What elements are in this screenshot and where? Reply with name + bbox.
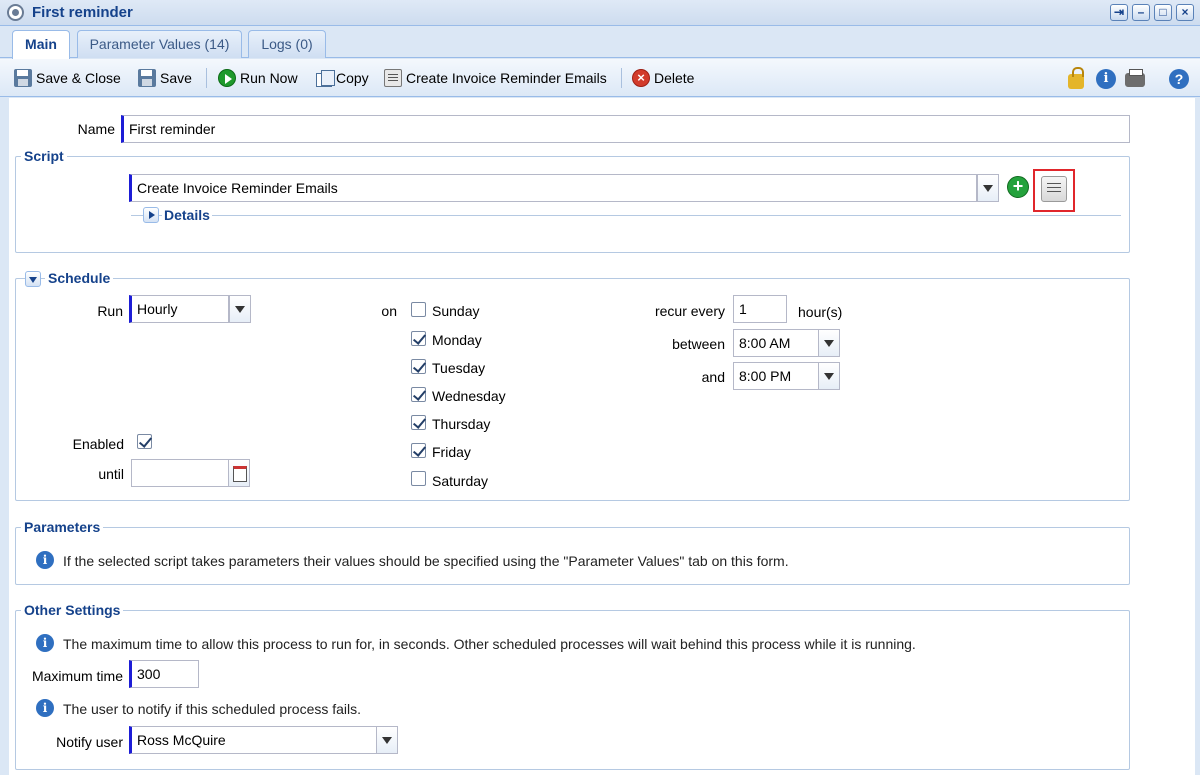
run-label: Run [97,303,123,319]
delete-button[interactable]: × Delete [632,68,694,88]
max-time-note: The maximum time to allow this process t… [63,636,916,652]
and-label: and [701,369,725,385]
recur-unit-label: hour(s) [798,304,843,320]
details-divider [131,215,1121,216]
delete-label: Delete [654,70,695,86]
save-label: Save [160,70,192,86]
script-combobox[interactable]: Create Invoice Reminder Emails [129,174,977,202]
floppy-disk-icon [14,69,32,87]
scroll-icon [384,69,402,87]
info-icon[interactable]: i [1096,69,1116,89]
info-icon: i [36,634,54,652]
friday-label: Friday [432,444,471,460]
form-body: Name First reminder Script Create Invoic… [9,98,1195,775]
run-now-button[interactable]: Run Now [218,68,298,88]
minimize-button[interactable]: – [1132,4,1150,21]
saturday-label: Saturday [432,473,489,489]
maximize-button[interactable]: □ [1154,4,1172,21]
name-label: Name [77,121,115,137]
enabled-label: Enabled [72,436,124,452]
info-icon: i [36,699,54,717]
toolbar-separator [206,68,207,88]
thursday-label: Thursday [432,416,491,432]
printer-icon[interactable] [1125,69,1145,87]
notify-user-select[interactable]: Ross McQuire [129,726,377,754]
between-time-dropdown-button[interactable] [818,329,840,357]
create-emails-label: Create Invoice Reminder Emails [406,70,607,86]
floppy-disk-icon [138,69,156,87]
script-fieldset [15,156,1130,253]
friday-checkbox[interactable] [411,443,426,458]
between-time-select[interactable]: 8:00 AM [733,329,819,357]
toolbar-separator [621,68,622,88]
until-label: until [98,466,124,482]
create-invoice-reminder-emails-button[interactable]: Create Invoice Reminder Emails [384,68,607,88]
until-date-input[interactable] [131,459,229,487]
monday-checkbox[interactable] [411,331,426,346]
sunday-checkbox[interactable] [411,302,426,317]
window-titlebar: First reminder ⇥ – □ × [0,0,1200,26]
enabled-checkbox[interactable] [137,434,152,449]
toolbar: Save & Close Save Run Now Copy Create In… [0,59,1200,97]
parameters-legend: Parameters [21,519,104,535]
notify-note: The user to notify if this scheduled pro… [63,701,362,717]
wednesday-label: Wednesday [432,388,506,404]
tab-logs[interactable]: Logs (0) [248,30,326,58]
monday-label: Monday [432,332,482,348]
lock-icon[interactable] [1068,67,1084,89]
other-settings-legend: Other Settings [21,602,124,618]
copy-button[interactable]: Copy [316,68,369,88]
window-title: First reminder [32,4,133,21]
run-now-label: Run Now [240,70,298,86]
details-legend[interactable]: Details [162,207,212,223]
script-dropdown-button[interactable] [977,174,999,202]
save-button[interactable]: Save [138,68,192,88]
info-icon: i [36,551,54,569]
save-close-button[interactable]: Save & Close [14,68,121,88]
delete-icon: × [632,69,650,87]
play-icon [218,69,236,87]
gear-icon [7,4,24,21]
on-label: on [381,303,397,319]
notify-user-label: Notify user [56,734,123,750]
run-frequency-dropdown-button[interactable] [229,295,251,323]
save-close-label: Save & Close [36,70,121,86]
tuesday-label: Tuesday [432,360,486,376]
end-time-select[interactable]: 8:00 PM [733,362,819,390]
max-time-input[interactable]: 300 [129,660,199,688]
saturday-checkbox[interactable] [411,471,426,486]
parameters-note: If the selected script takes parameters … [63,553,789,569]
add-script-button[interactable]: + [1007,176,1029,198]
expand-details-icon[interactable] [143,207,159,223]
pin-icon[interactable]: ⇥ [1110,4,1128,21]
run-frequency-select[interactable]: Hourly [129,295,229,323]
copy-label: Copy [336,70,369,86]
script-legend: Script [21,148,67,164]
tab-strip: Main Parameter Values (14) Logs (0) [0,26,1200,59]
schedule-legend: Schedule [45,270,114,286]
tuesday-checkbox[interactable] [411,359,426,374]
edit-script-button[interactable] [1041,176,1067,202]
thursday-checkbox[interactable] [411,415,426,430]
sunday-label: Sunday [432,303,480,319]
help-icon[interactable]: ? [1169,69,1189,89]
max-time-label: Maximum time [31,668,123,684]
between-label: between [672,336,725,352]
tab-parameter-values[interactable]: Parameter Values (14) [77,30,242,58]
recur-input[interactable]: 1 [733,295,787,323]
wednesday-checkbox[interactable] [411,387,426,402]
recur-label: recur every [654,303,725,319]
collapse-schedule-icon[interactable] [25,271,41,287]
calendar-icon[interactable] [228,459,250,487]
notify-user-dropdown-button[interactable] [376,726,398,754]
copy-icon [316,70,335,87]
close-button[interactable]: × [1176,4,1194,21]
name-input[interactable]: First reminder [121,115,1130,143]
end-time-dropdown-button[interactable] [818,362,840,390]
tab-main[interactable]: Main [12,30,70,59]
